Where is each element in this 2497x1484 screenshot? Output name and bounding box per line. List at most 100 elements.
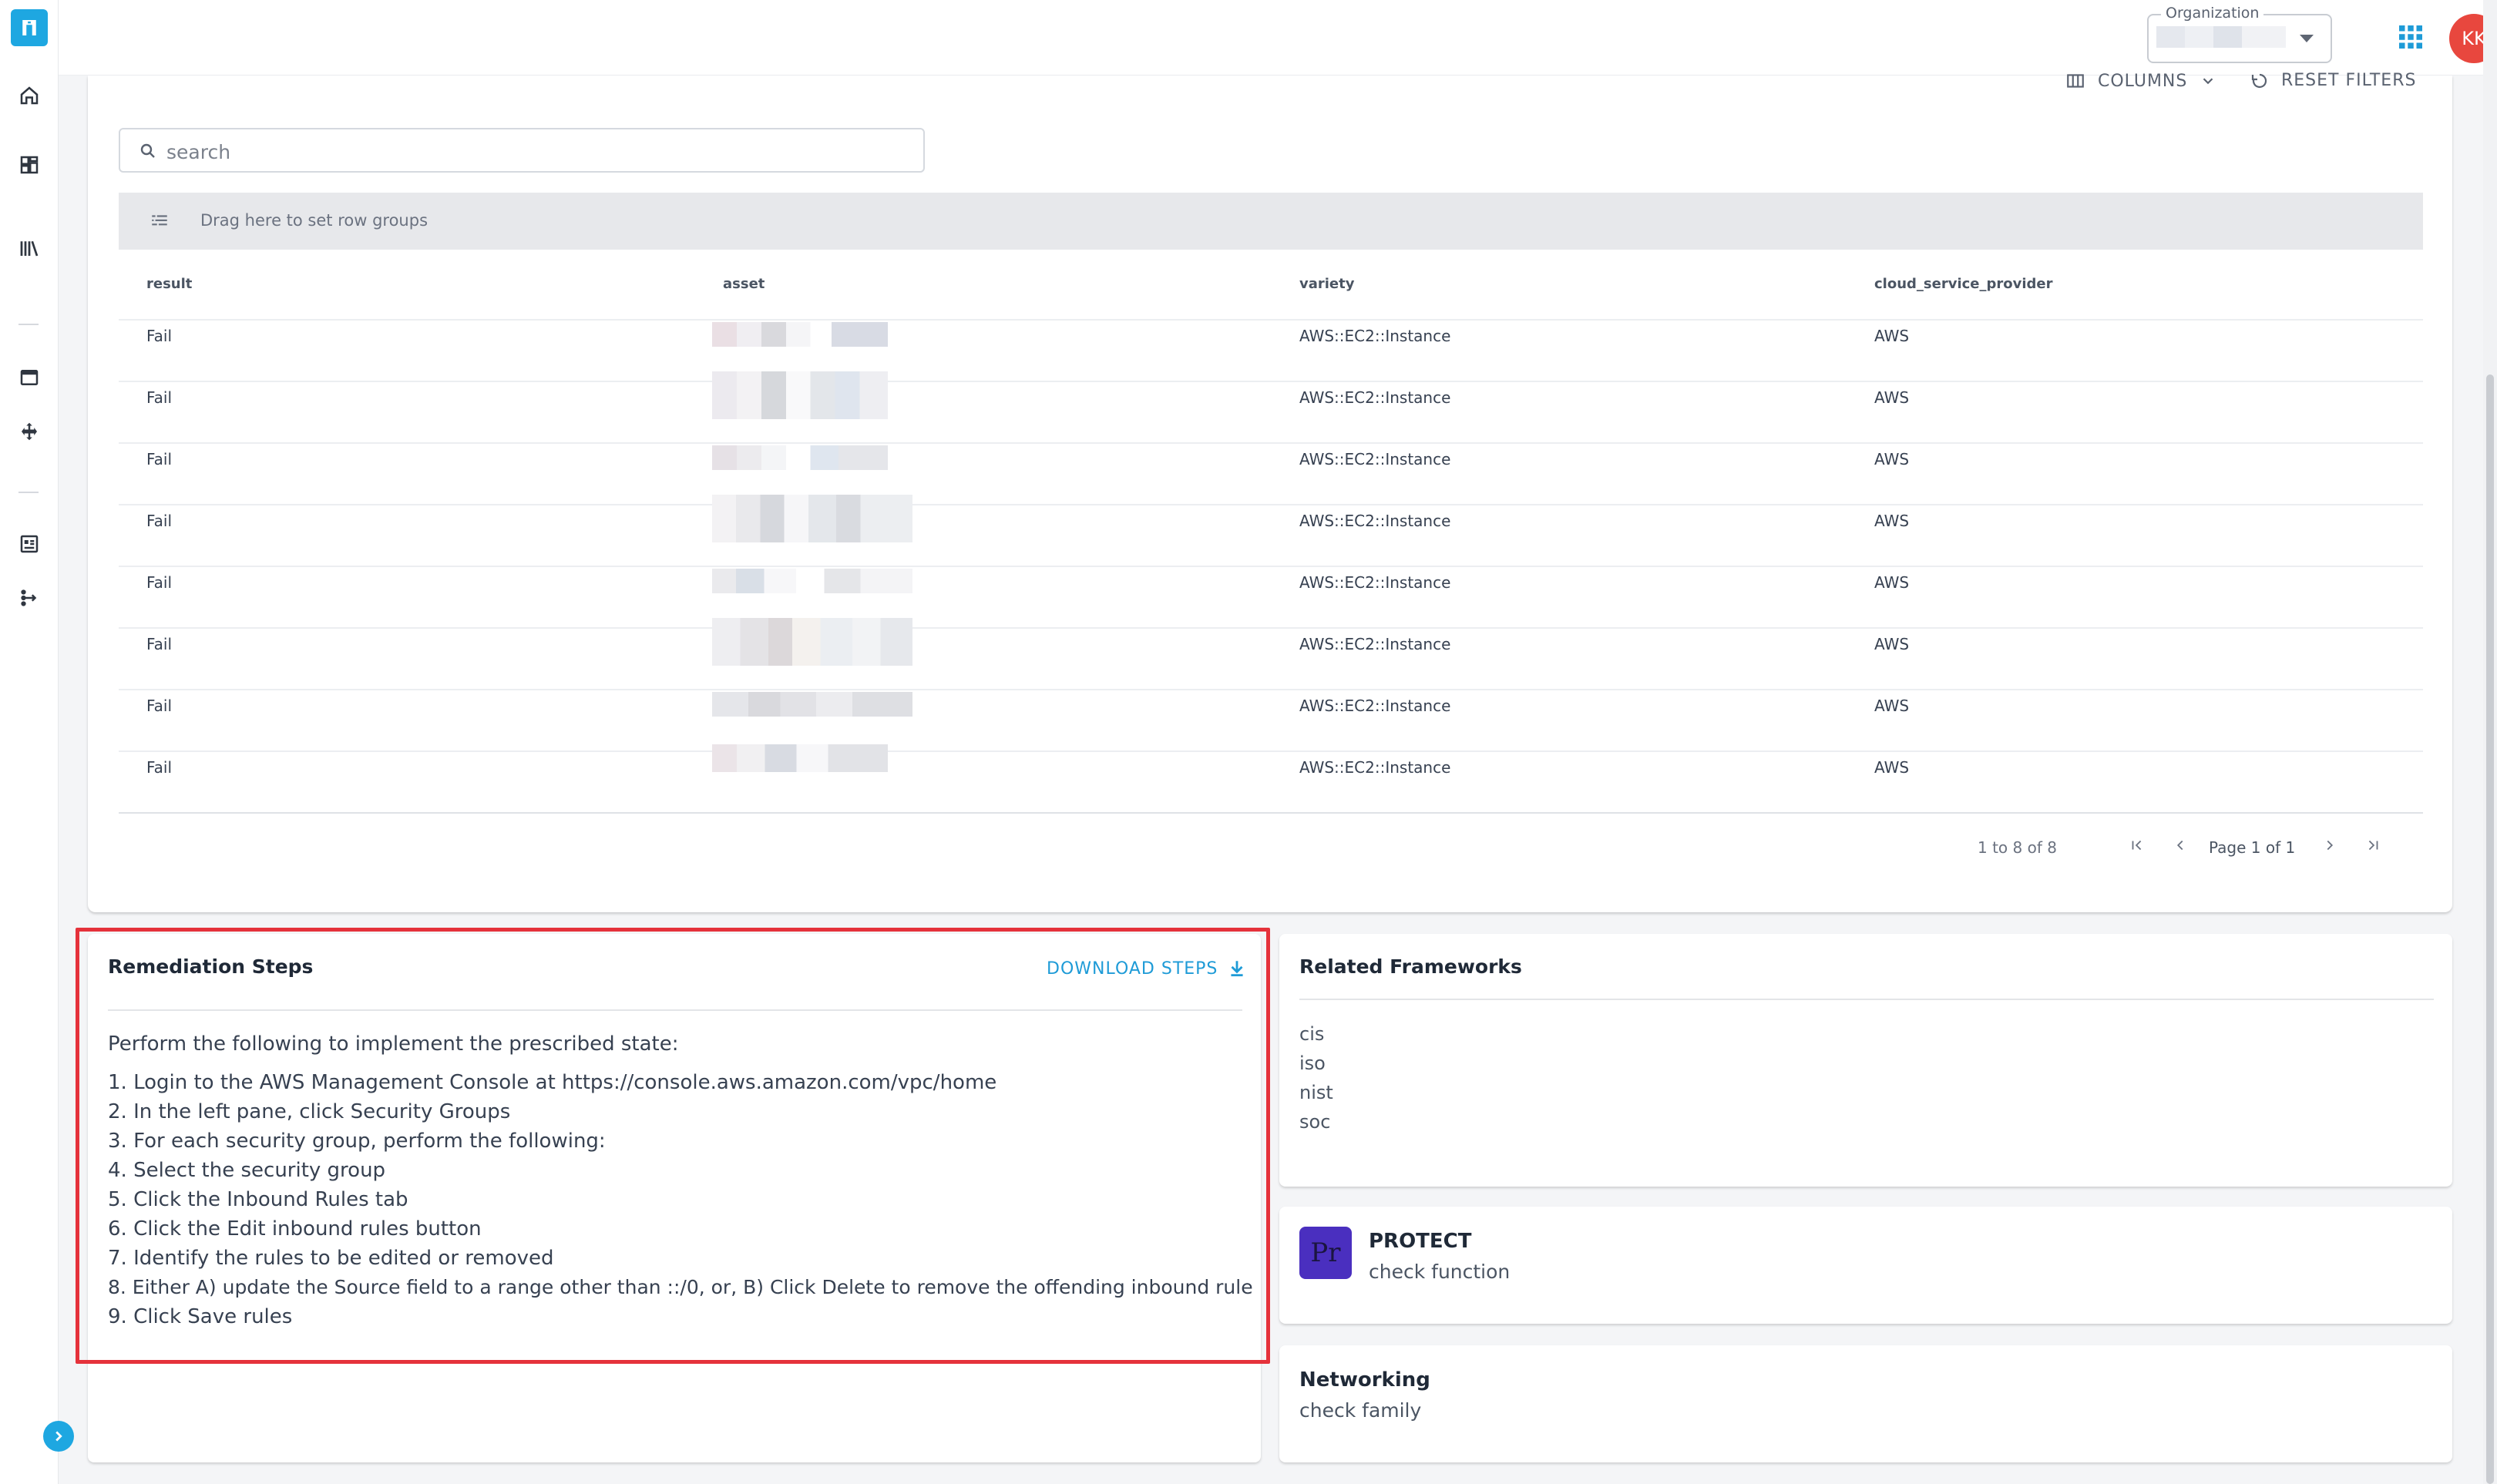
cell-result: Fail	[146, 573, 173, 592]
cell-variety: AWS::EC2::Instance	[1299, 635, 1451, 653]
cell-variety: AWS::EC2::Instance	[1299, 512, 1451, 530]
cell-result: Fail	[146, 512, 173, 530]
remediation-step: 7. Identify the rules to be edited or re…	[108, 1247, 554, 1270]
framework-item: cis	[1299, 1023, 1325, 1045]
pagination-info: 1 to 8 of 8	[1978, 838, 2057, 857]
scrollbar-thumb[interactable]	[2486, 374, 2494, 1484]
remediation-step: 2. In the left pane, click Security Grou…	[108, 1100, 511, 1123]
reset-filters-label: RESET FILTERS	[2281, 71, 2417, 90]
cell-provider: AWS	[1874, 388, 1910, 407]
check-family-card	[1279, 1345, 2452, 1462]
chevron-down-icon	[2300, 35, 2314, 42]
remediation-intro: Perform the following to implement the p…	[108, 1032, 679, 1056]
columns-icon	[2067, 74, 2084, 88]
asset-redacted	[712, 618, 912, 666]
download-icon	[1231, 961, 1243, 977]
first-page-icon[interactable]	[2126, 834, 2149, 857]
prev-page-icon[interactable]	[2169, 834, 2192, 857]
organization-select[interactable]: Organization	[2147, 5, 2332, 63]
library-icon[interactable]	[15, 234, 43, 262]
report-icon[interactable]	[15, 530, 43, 558]
remediation-step: 4. Select the security group	[108, 1159, 386, 1182]
cell-variety: AWS::EC2::Instance	[1299, 450, 1451, 468]
app-logo-icon[interactable]	[11, 9, 48, 46]
cell-variety: AWS::EC2::Instance	[1299, 327, 1451, 345]
column-header-variety[interactable]: variety	[1299, 276, 1354, 292]
row-divider	[119, 566, 2423, 567]
cell-provider: AWS	[1874, 635, 1910, 653]
dashboard-icon[interactable]	[15, 151, 43, 179]
asset-redacted	[712, 744, 888, 772]
search-input[interactable]	[165, 137, 892, 166]
chevron-down-icon	[2203, 78, 2213, 85]
row-group-dropzone[interactable]: Drag here to set row groups	[119, 193, 2423, 250]
rail-divider	[18, 324, 39, 325]
column-header-cloud-service-provider[interactable]: cloud_service_provider	[1874, 276, 2053, 292]
cell-variety: AWS::EC2::Instance	[1299, 573, 1451, 592]
home-icon[interactable]	[15, 82, 43, 109]
reset-filters-button[interactable]: RESET FILTERS	[2250, 71, 2416, 90]
related-frameworks-title: Related Frameworks	[1299, 955, 1522, 978]
download-steps-label: DOWNLOAD STEPS	[1047, 959, 1218, 979]
remediation-title: Remediation Steps	[108, 955, 314, 978]
cell-provider: AWS	[1874, 512, 1910, 530]
nav-rail	[0, 0, 59, 1484]
expand-sidebar-button[interactable]	[43, 1421, 74, 1452]
column-header-asset[interactable]: asset	[723, 276, 765, 292]
last-page-icon[interactable]	[2361, 834, 2384, 857]
row-divider	[119, 504, 2423, 505]
asset-redacted	[712, 371, 888, 419]
row-divider	[119, 750, 2423, 752]
row-divider	[119, 442, 2423, 444]
row-divider	[119, 381, 2423, 382]
organization-value-redacted	[2156, 26, 2286, 48]
organization-label: Organization	[2161, 5, 2264, 22]
cell-provider: AWS	[1874, 450, 1910, 468]
chevron-right-icon	[55, 1431, 62, 1442]
window-icon[interactable]	[15, 364, 43, 391]
cell-result: Fail	[146, 758, 173, 777]
columns-button[interactable]: COLUMNS	[2065, 71, 2216, 91]
row-group-hint: Drag here to set row groups	[200, 211, 428, 230]
rail-divider	[18, 492, 39, 493]
cell-variety: AWS::EC2::Instance	[1299, 697, 1451, 715]
apps-grid-icon[interactable]	[2397, 23, 2425, 51]
remediation-step: 1. Login to the AWS Management Console a…	[108, 1071, 997, 1094]
cell-result: Fail	[146, 327, 173, 345]
asset-redacted	[712, 495, 912, 542]
framework-item: nist	[1299, 1082, 1333, 1103]
cell-result: Fail	[146, 697, 173, 715]
cell-provider: AWS	[1874, 573, 1910, 592]
next-page-icon[interactable]	[2318, 834, 2341, 857]
move-icon[interactable]	[15, 418, 43, 445]
remediation-step: 9. Click Save rules	[108, 1305, 293, 1328]
header-divider	[119, 319, 2423, 321]
asset-redacted	[712, 445, 888, 470]
remediation-divider	[108, 1009, 1242, 1011]
asset-redacted	[712, 322, 888, 347]
download-steps-button[interactable]: DOWNLOAD STEPS	[1047, 959, 1247, 979]
check-family-subtitle: check family	[1299, 1399, 1422, 1422]
cell-result: Fail	[146, 635, 173, 653]
columns-label: COLUMNS	[2098, 71, 2188, 91]
remediation-step: 5. Click the Inbound Rules tab	[108, 1188, 408, 1211]
table-bottom-divider	[119, 812, 2423, 814]
cell-provider: AWS	[1874, 327, 1910, 345]
workflow-icon[interactable]	[15, 584, 43, 612]
column-header-result[interactable]: result	[146, 276, 192, 292]
remediation-step: 3. For each security group, perform the …	[108, 1130, 606, 1153]
cell-result: Fail	[146, 388, 173, 407]
cell-provider: AWS	[1874, 758, 1910, 777]
framework-item: iso	[1299, 1053, 1326, 1074]
top-header: Organization KK	[59, 0, 2497, 76]
row-divider	[119, 627, 2423, 629]
cell-variety: AWS::EC2::Instance	[1299, 758, 1451, 777]
cell-variety: AWS::EC2::Instance	[1299, 388, 1451, 407]
row-group-icon	[152, 215, 167, 226]
search-icon	[140, 143, 155, 158]
protect-badge-text: Pr	[1310, 1237, 1341, 1268]
cell-provider: AWS	[1874, 697, 1910, 715]
search-field[interactable]	[119, 128, 925, 173]
vertical-scrollbar[interactable]	[2483, 0, 2497, 1484]
row-divider	[119, 689, 2423, 690]
